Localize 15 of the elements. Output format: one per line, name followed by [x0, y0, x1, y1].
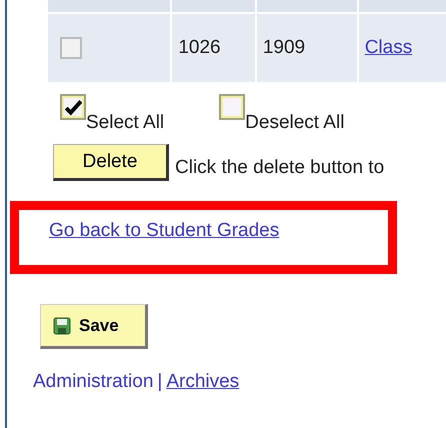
save-button[interactable]: Save	[40, 304, 148, 349]
back-link[interactable]: Go back to Student Grades	[49, 220, 280, 241]
select-all-label: Select All	[86, 112, 164, 134]
archives-link[interactable]: Archives	[166, 371, 240, 393]
row-checkbox[interactable]	[60, 37, 82, 59]
administration-link[interactable]: Administration	[33, 371, 154, 393]
select-all-checkbox[interactable]	[60, 94, 86, 120]
delete-hint: Click the delete button to	[175, 156, 384, 178]
delete-button[interactable]: Delete	[53, 144, 169, 181]
deselect-all-label: Deselect All	[245, 112, 344, 134]
link-separator: |	[157, 371, 162, 393]
class-link[interactable]: Class	[364, 37, 412, 59]
table-cell: 1909	[256, 14, 357, 82]
table-cell: 1026	[172, 14, 255, 82]
deselect-all-checkbox[interactable]	[219, 94, 246, 120]
